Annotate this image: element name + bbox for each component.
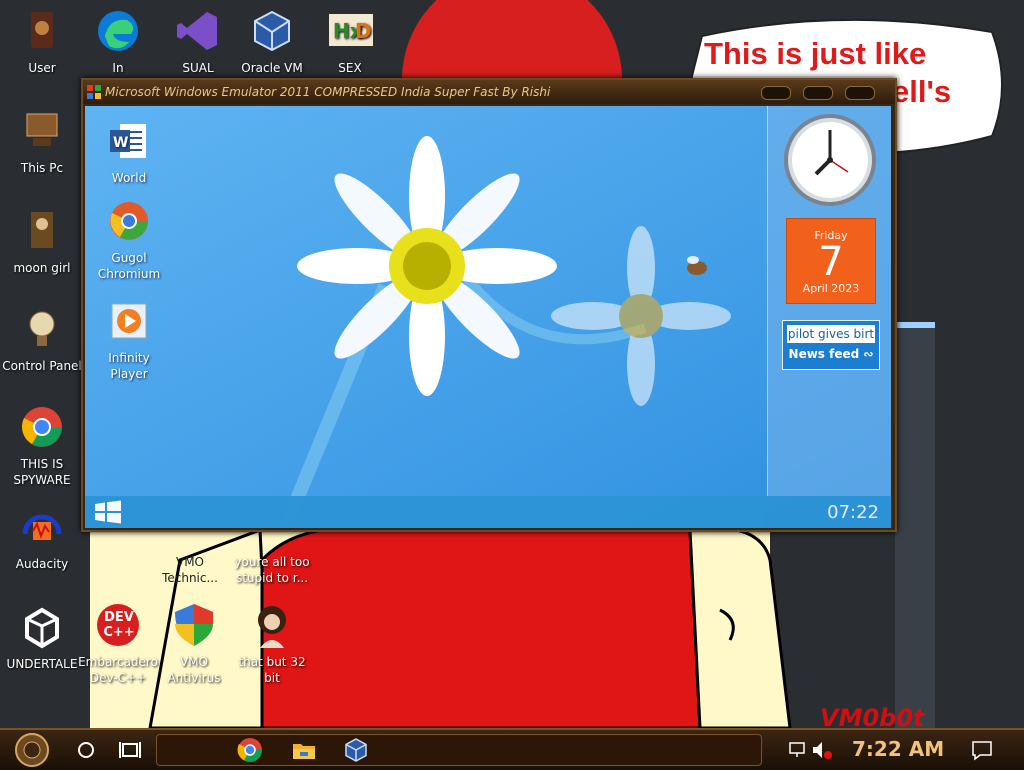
visual-studio-icon xyxy=(177,12,217,50)
chromium-icon xyxy=(110,202,148,240)
minimize-button[interactable] xyxy=(761,86,791,100)
desktop-icon-label: that but 32 bit xyxy=(238,655,306,685)
calendar-month-year: April 2023 xyxy=(802,282,860,295)
desktop-icon-label: Control Panel xyxy=(2,359,82,373)
emulator-screen[interactable]: W World Gugol Chromium Infinity Player F… xyxy=(85,106,891,528)
desktop-icon-label: Gugol Chromium xyxy=(97,251,161,281)
news-ticker: pilot gives birt xyxy=(787,325,875,343)
desktop-icon-spyware[interactable]: THIS IS SPYWARE xyxy=(0,404,84,488)
news-feed-label: News feed xyxy=(788,347,860,361)
devcpp-badge-text: DEV C++ xyxy=(103,610,135,640)
desktop-icon-label: Audacity xyxy=(15,557,69,571)
desktop-icon-user[interactable]: User xyxy=(0,8,84,76)
edge-icon xyxy=(98,11,138,51)
maximize-button[interactable] xyxy=(803,86,833,100)
portrait-icon xyxy=(258,606,286,648)
calendar-gadget[interactable]: Friday 7 April 2023 xyxy=(786,218,876,304)
word-icon: W xyxy=(110,124,146,158)
moon-girl-icon xyxy=(31,212,53,248)
svg-text:W: W xyxy=(113,135,128,151)
desktop-icon-label: THIS IS SPYWARE xyxy=(13,457,71,487)
desktop-icon-world[interactable]: W World xyxy=(92,120,166,186)
volume-muted-icon[interactable] xyxy=(808,736,836,764)
media-player-icon xyxy=(111,303,147,339)
desktop-icon-label: SEX xyxy=(338,61,362,75)
virtualbox-icon xyxy=(254,10,290,52)
gadget-sidebar: Friday 7 April 2023 pilot gives birt New… xyxy=(767,106,891,496)
desktop-icon-label: User xyxy=(28,61,56,75)
emulator-clock: 07:22 xyxy=(827,502,879,523)
clock-gadget[interactable] xyxy=(782,112,878,208)
desktop-icon-label: youre all too stupid to r... xyxy=(234,555,310,585)
taskbar: 7:22 AM xyxy=(0,728,1024,770)
audacity-icon xyxy=(22,514,62,540)
emulator-window[interactable]: Microsoft Windows Emulator 2011 COMPRESS… xyxy=(81,78,897,532)
start-orb-icon[interactable] xyxy=(12,732,52,768)
unity-icon xyxy=(25,607,59,649)
desktop-icon-edge[interactable]: In xyxy=(76,8,160,76)
search-circle-icon[interactable] xyxy=(72,736,100,764)
desktop-icon-label: VMO Antivirus xyxy=(167,655,221,685)
desktop-icon-label: Embarcadero Dev-C++ xyxy=(78,655,158,685)
desktop-icon-label: World xyxy=(111,171,147,185)
desktop-icon-youre-all-too-stupid[interactable]: youre all too stupid to r... xyxy=(230,536,314,586)
this-pc-icon xyxy=(26,113,58,146)
desktop-icon-this-pc[interactable]: This Pc xyxy=(0,108,84,176)
desktop-icon-label: moon girl xyxy=(13,261,71,275)
close-button[interactable] xyxy=(845,86,875,100)
desktop-icon-oracle-vm[interactable]: Oracle VM xyxy=(230,8,314,76)
emulator-title-bar[interactable]: Microsoft Windows Emulator 2011 COMPRESS… xyxy=(83,80,895,104)
speech-bubble-line1: This is just like xyxy=(704,36,927,71)
calendar-day: 7 xyxy=(818,239,844,285)
desktop-icon-audacity[interactable]: Audacity xyxy=(0,504,84,572)
svg-text:D: D xyxy=(355,19,372,43)
chrome-taskbar-icon[interactable] xyxy=(236,736,264,764)
emulator-taskbar: 07:22 xyxy=(85,496,891,528)
desktop-icon-label: VMO Technic... xyxy=(162,555,218,585)
shield-icon xyxy=(175,604,213,646)
user-icon xyxy=(31,12,53,48)
desktop-icon-visual-studio[interactable]: SUAL xyxy=(156,8,240,76)
rss-icon: ∾ xyxy=(863,347,874,361)
control-panel-icon xyxy=(29,311,55,346)
desktop-icon-infinity-player[interactable]: Infinity Player xyxy=(92,300,166,382)
desktop-icon-undertale[interactable]: UNDERTALE xyxy=(0,604,84,672)
app-logo-icon xyxy=(87,85,101,99)
task-view-icon[interactable] xyxy=(116,736,144,764)
desktop-icon-label: SUAL xyxy=(182,61,214,75)
notifications-icon[interactable] xyxy=(968,736,996,764)
desktop-icon-vmo-antivirus[interactable]: VMO Antivirus xyxy=(152,602,236,686)
desktop-icon-devcpp[interactable]: DEV C++ Embarcadero Dev-C++ xyxy=(76,602,160,686)
desktop-icon-gugol-chromium[interactable]: Gugol Chromium xyxy=(92,200,166,282)
desktop-icon-vmo-technic[interactable]: VMO Technic... xyxy=(148,536,232,586)
chrome-icon xyxy=(22,407,62,447)
file-explorer-icon[interactable] xyxy=(290,736,318,764)
desktop-icon-control-panel[interactable]: Control Panel xyxy=(0,306,84,374)
news-label-row: News feed ∾ xyxy=(783,347,879,361)
speech-bubble-line2: ell's xyxy=(892,74,952,109)
desktop-icon-label: Infinity Player xyxy=(108,351,150,381)
windows-start-icon[interactable] xyxy=(93,500,123,524)
desktop-icon-that-but-32-bit[interactable]: that but 32 bit xyxy=(230,602,314,686)
hxd-icon: HxD xyxy=(329,14,373,46)
emulator-title-text: Microsoft Windows Emulator 2011 COMPRESS… xyxy=(105,85,551,99)
news-feed-gadget[interactable]: pilot gives birt News feed ∾ xyxy=(782,320,880,370)
virtualbox-taskbar-icon[interactable] xyxy=(342,736,370,764)
desktop-icon-label: This Pc xyxy=(20,161,64,175)
desktop-icon-label: UNDERTALE xyxy=(6,657,78,671)
desktop-icon-moon-girl[interactable]: moon girl xyxy=(0,208,84,276)
desktop-icon-label: In xyxy=(112,61,124,75)
desktop-icon-label: Oracle VM xyxy=(241,61,303,75)
taskbar-clock[interactable]: 7:22 AM xyxy=(852,737,944,761)
desktop-icon-hxd[interactable]: Hx D SEX xyxy=(308,8,392,76)
